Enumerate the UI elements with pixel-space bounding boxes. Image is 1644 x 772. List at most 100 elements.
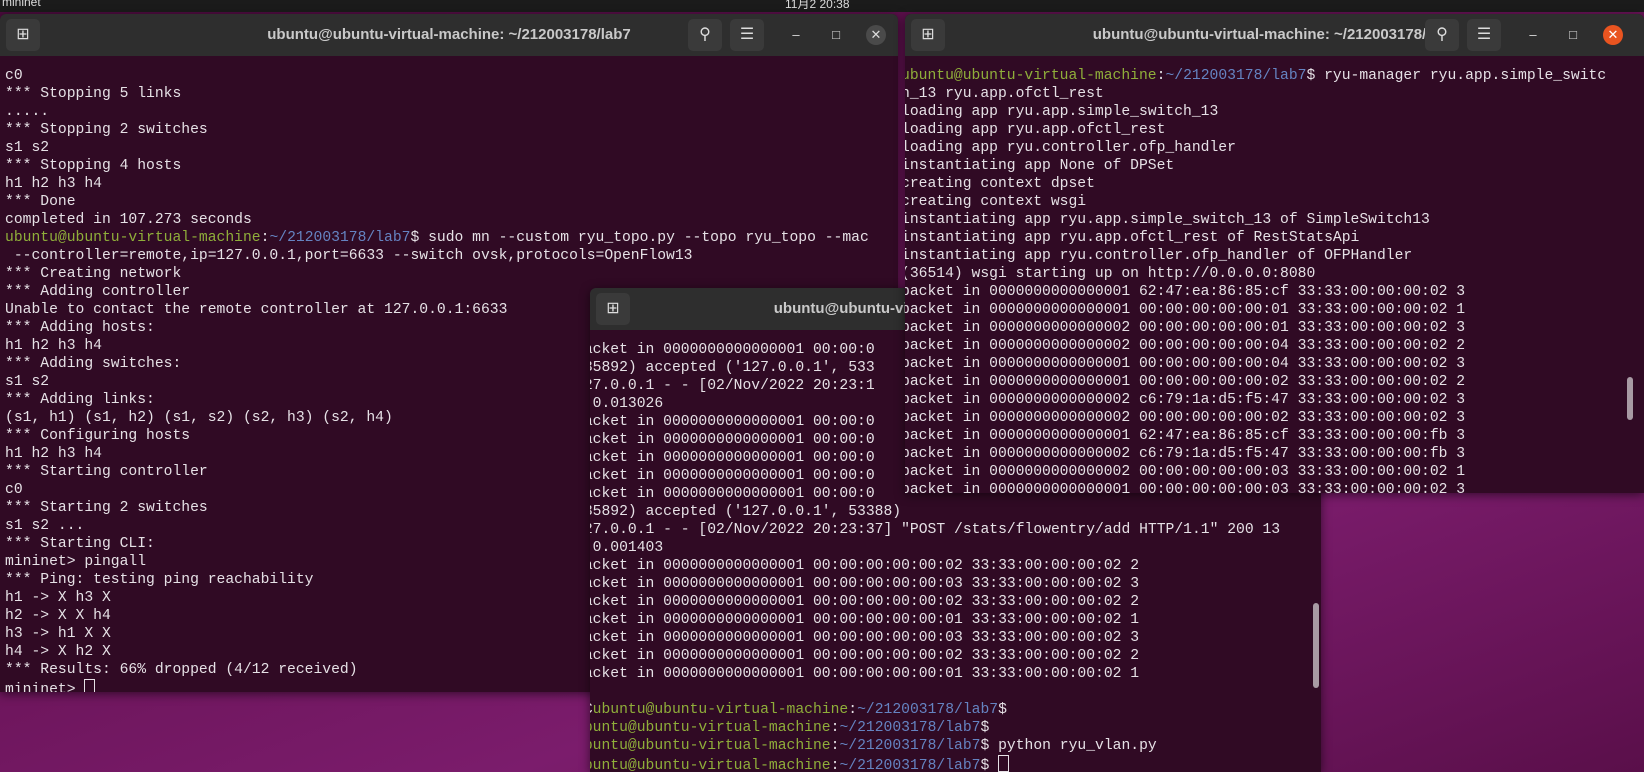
line-text: packet in 0000000000000001 00:00:00:00:0… (905, 302, 1466, 318)
output-line: h_13 ryu.app.ofctl_rest (905, 85, 1644, 103)
output-line: *** Stopping 5 links (5, 85, 898, 103)
cursor (998, 755, 1010, 772)
line-text: creating context wsgi (905, 194, 1087, 210)
output-line: *** Creating network (5, 265, 898, 283)
line-text: 127.0.0.1 - - [02/Nov/2022 20:23:1 (590, 378, 875, 394)
prompt-line: ubuntu@ubuntu-virtual-machine:~/21200317… (905, 67, 1644, 85)
output-line: 9 0.001403 (590, 539, 1321, 557)
line-text: (35892) accepted ('127.0.0.1', 53388) (590, 504, 902, 520)
line-text: (35892) accepted ('127.0.0.1', 533 (590, 360, 875, 376)
line-text: instantiating app None of DPSet (905, 158, 1175, 174)
line-text: packet in 0000000000000001 00:00:0 (590, 342, 875, 358)
output-line: packet in 0000000000000001 00:00:00:00:0… (590, 557, 1321, 575)
line-text: (36514) wsgi starting up on http://0.0.0… (905, 266, 1316, 282)
maximize-icon[interactable]: □ (826, 25, 846, 45)
line-text: ..... (5, 104, 50, 120)
line-text: packet in 0000000000000001 00:00:00:00:0… (590, 612, 1140, 628)
scrollbar[interactable] (1627, 377, 1633, 420)
output-line: (36514) wsgi starting up on http://0.0.0… (905, 265, 1644, 283)
terminal-window-ryu-manager[interactable]: ⊞ ubuntu@ubuntu-virtual-machine: ~/21200… (905, 14, 1644, 493)
line-text: *** Done (5, 194, 76, 210)
line-text: packet in 0000000000000001 00:00:0 (590, 468, 875, 484)
output-line: packet in 0000000000000001 00:00:00:00:0… (905, 355, 1644, 373)
command-text: $ (998, 702, 1007, 718)
line-text: *** Stopping 2 switches (5, 122, 208, 138)
prompt-path: ~/212003178/lab7 (857, 702, 999, 718)
clock[interactable]: 11月2 20:38 (785, 0, 850, 12)
command-text: $ (980, 720, 990, 736)
output-line: creating context wsgi (905, 193, 1644, 211)
prompt-user: ubuntu@ubuntu-virtual-machine (590, 738, 831, 754)
line-text: packet in 0000000000000001 00:00:00:00:0… (905, 482, 1466, 493)
line-text: packet in 0000000000000001 00:00:00:00:0… (590, 558, 1140, 574)
title-bar[interactable]: ⊞ ubuntu@ubuntu-virtual-machine: ~/21200… (0, 14, 898, 56)
output-line: packet in 0000000000000002 c6:79:1a:d5:f… (905, 391, 1644, 409)
prompt-colon: : (848, 702, 858, 718)
minimize-icon[interactable]: – (1523, 25, 1543, 45)
maximize-icon[interactable]: □ (1563, 25, 1583, 45)
output-line: packet in 0000000000000001 00:00:00:00:0… (590, 575, 1321, 593)
command-text: $ (980, 758, 999, 772)
line-text: s1 s2 (5, 374, 50, 390)
output-line: *** Stopping 2 switches (5, 121, 898, 139)
line-text: *** Adding links: (5, 392, 155, 408)
search-icon[interactable]: ⚲ (1425, 19, 1459, 51)
minimize-icon[interactable]: – (786, 25, 806, 45)
menu-icon[interactable]: ☰ (730, 19, 764, 51)
prompt-user: ubuntu@ubuntu-virtual-machine (590, 720, 831, 736)
output-line: instantiating app ryu.controller.ofp_han… (905, 247, 1644, 265)
prompt-path: ~/212003178/lab7 (839, 720, 981, 736)
line-text: packet in 0000000000000001 00:00:00:00:0… (590, 630, 1140, 646)
cursor (84, 679, 96, 692)
close-icon[interactable]: ✕ (866, 25, 886, 45)
prompt-path: ~/212003178/lab7 (839, 738, 981, 754)
title-bar[interactable]: ⊞ ubuntu@ubuntu-virtual-machine: ~/21200… (905, 14, 1644, 56)
line-text: packet in 0000000000000001 00:00:0 (590, 432, 875, 448)
output-line: packet in 0000000000000001 00:00:00:00:0… (905, 301, 1644, 319)
line-text: *** Stopping 4 hosts (5, 158, 182, 174)
output-line: packet in 0000000000000001 62:47:ea:86:8… (905, 427, 1644, 445)
scrollbar[interactable] (1313, 603, 1319, 688)
output-line: h1 h2 h3 h4 (5, 175, 898, 193)
line-text: (s1, h1) (s1, h2) (s1, s2) (s2, h3) (s2,… (5, 410, 393, 426)
prompt-path: ~/212003178/lab7 (269, 230, 411, 246)
line-text: packet in 0000000000000001 62:47:ea:86:8… (905, 284, 1466, 300)
line-text: 9 0.013026 (592, 396, 664, 412)
line-text: packet in 0000000000000001 00:00:00:00:0… (590, 594, 1140, 610)
output-line: completed in 107.273 seconds (5, 211, 898, 229)
output-line: packet in 0000000000000002 c6:79:1a:d5:f… (905, 445, 1644, 463)
line-text: packet in 0000000000000001 00:00:00:00:0… (905, 356, 1466, 372)
line-text: 127.0.0.1 - - [02/Nov/2022 20:23:37] "PO… (590, 522, 1281, 538)
output-line: packet in 0000000000000002 00:00:00:00:0… (905, 319, 1644, 337)
output-line: ..... (5, 103, 898, 121)
line-text: mininet> pingall (5, 554, 147, 570)
prompt-path: ~/212003178/lab7 (1165, 68, 1307, 84)
menu-icon[interactable]: ☰ (1467, 19, 1501, 51)
line-text: loading app ryu.app.ofctl_rest (905, 122, 1166, 138)
output-line: packet in 0000000000000002 00:00:00:00:0… (905, 463, 1644, 481)
close-icon[interactable]: ✕ (1603, 25, 1623, 45)
output-line: *** Done (5, 193, 898, 211)
output-line: packet in 0000000000000001 00:00:00:00:0… (590, 611, 1321, 629)
line-text: packet in 0000000000000002 c6:79:1a:d5:f… (905, 446, 1466, 462)
line-text: packet in 0000000000000002 00:00:00:00:0… (905, 464, 1466, 480)
line-text: h1 h2 h3 h4 (5, 446, 102, 462)
line-text: *** Creating network (5, 266, 182, 282)
search-icon[interactable]: ⚲ (688, 19, 722, 51)
line-text: mininet> (5, 682, 85, 692)
line-text: c0 (5, 68, 23, 84)
line-text: completed in 107.273 seconds (5, 212, 252, 228)
terminal-output[interactable]: ubuntu@ubuntu-virtual-machine:~/21200317… (905, 67, 1644, 493)
line-text: *** Adding hosts: (5, 320, 155, 336)
line-text: c0 (5, 482, 23, 498)
line-text: h2 -> X X h4 (5, 608, 111, 624)
output-line: instantiating app ryu.app.simple_switch_… (905, 211, 1644, 229)
output-line: loading app ryu.controller.ofp_handler (905, 139, 1644, 157)
line-text: *** Starting 2 switches (5, 500, 208, 516)
line-text: h4 -> X h2 X (5, 644, 111, 660)
prompt-line: ubuntu@ubuntu-virtual-machine:~/21200317… (5, 229, 898, 247)
prompt-user: ubuntu@ubuntu-virtual-machine (590, 758, 831, 772)
line-text: packet in 0000000000000001 00:00:00:00:0… (590, 648, 1140, 664)
line-text: *** Adding switches: (5, 356, 182, 372)
